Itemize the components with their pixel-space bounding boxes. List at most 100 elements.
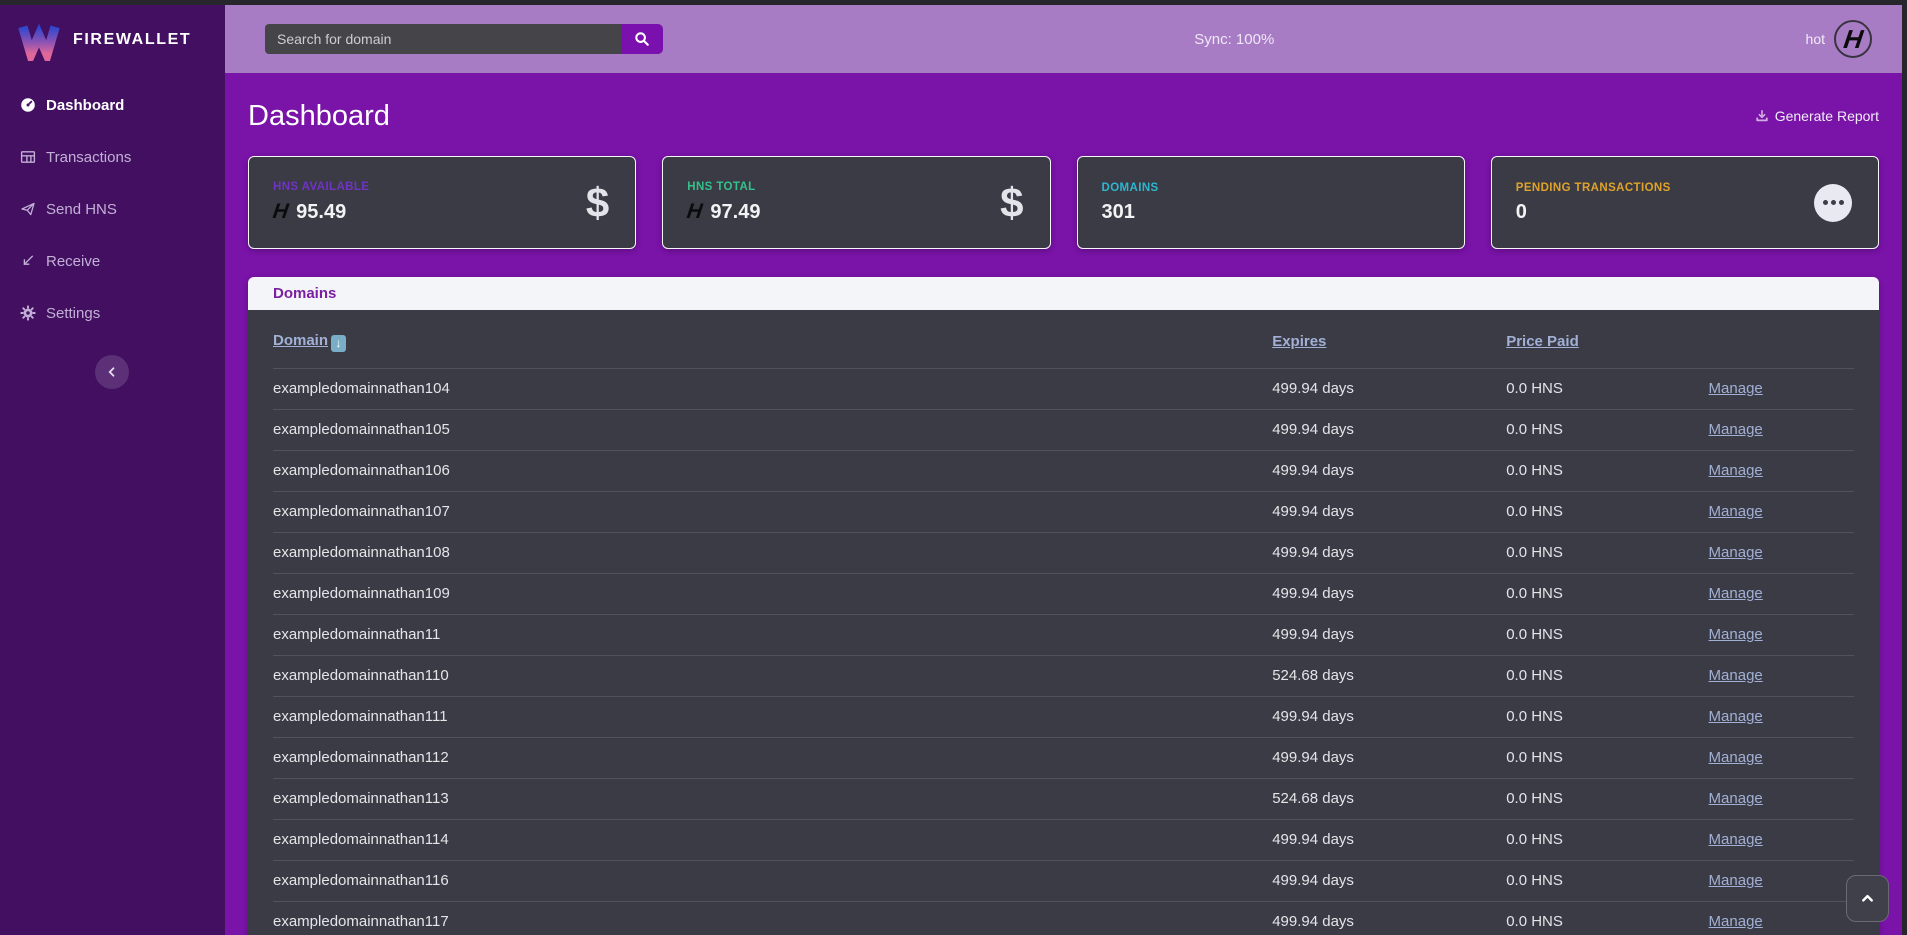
domain-name: exampledomainnathan114 xyxy=(273,831,449,848)
manage-link[interactable]: Manage xyxy=(1709,913,1763,930)
handshake-avatar-icon: H xyxy=(1834,20,1872,58)
sidebar-item-receive[interactable]: Receive xyxy=(0,235,225,287)
ellipsis-icon xyxy=(1814,184,1852,222)
table-row: exampledomainnathan108 499.94 days 0.0 H… xyxy=(273,532,1854,573)
price-paid-value: 0.0 HNS xyxy=(1506,708,1563,725)
manage-link[interactable]: Manage xyxy=(1709,749,1763,766)
domain-name: exampledomainnathan109 xyxy=(273,585,450,602)
manage-link[interactable]: Manage xyxy=(1709,708,1763,725)
domain-name: exampledomainnathan11 xyxy=(273,626,440,643)
table-row: exampledomainnathan105 499.94 days 0.0 H… xyxy=(273,409,1854,450)
stat-value: 0 xyxy=(1516,201,1527,224)
price-paid-value: 0.0 HNS xyxy=(1506,626,1563,643)
domains-table-body: exampledomainnathan104 499.94 days 0.0 H… xyxy=(273,368,1854,935)
domain-name: exampledomainnathan111 xyxy=(273,708,448,725)
table-row: exampledomainnathan109 499.94 days 0.0 H… xyxy=(273,573,1854,614)
sidebar-item-transactions[interactable]: Transactions xyxy=(0,131,225,183)
expires-value: 499.94 days xyxy=(1272,872,1354,889)
manage-link[interactable]: Manage xyxy=(1709,421,1763,438)
domain-name: exampledomainnathan117 xyxy=(273,913,449,930)
domains-table: Domain↓ Expires Price Paid exampledomain… xyxy=(273,310,1854,935)
stat-card-domains: DOMAINS 301 xyxy=(1077,156,1465,249)
table-row: exampledomainnathan104 499.94 days 0.0 H… xyxy=(273,368,1854,409)
sidebar-item-send-hns[interactable]: Send HNS xyxy=(0,183,225,235)
stat-label: HNS AVAILABLE xyxy=(273,181,586,193)
sort-descending-icon: ↓ xyxy=(331,335,346,352)
domains-panel: Domains Domain↓ Expires Price Paid xyxy=(248,277,1879,935)
price-paid-value: 0.0 HNS xyxy=(1506,831,1563,848)
sidebar-nav: Dashboard Transactions Send HNS Receive xyxy=(0,79,225,339)
expires-value: 499.94 days xyxy=(1272,831,1354,848)
expires-value: 499.94 days xyxy=(1272,462,1354,479)
sidebar-item-label: Transactions xyxy=(46,149,131,166)
table-row: exampledomainnathan11 499.94 days 0.0 HN… xyxy=(273,614,1854,655)
brand-name: FIREWALLET xyxy=(73,31,191,49)
stat-label: PENDING TRANSACTIONS xyxy=(1516,182,1814,194)
stat-cards: HNS AVAILABLE H 95.49 $ HNS TOTAL H 97.4… xyxy=(248,156,1879,249)
table-row: exampledomainnathan114 499.94 days 0.0 H… xyxy=(273,819,1854,860)
column-header-domain[interactable]: Domain xyxy=(273,332,328,349)
account-menu[interactable]: hot H xyxy=(1806,20,1872,58)
generate-report-button[interactable]: Generate Report xyxy=(1755,108,1879,124)
manage-link[interactable]: Manage xyxy=(1709,585,1763,602)
expires-value: 524.68 days xyxy=(1272,667,1354,684)
manage-link[interactable]: Manage xyxy=(1709,872,1763,889)
receive-icon xyxy=(19,253,36,270)
search-button[interactable] xyxy=(621,24,663,54)
expires-value: 499.94 days xyxy=(1272,421,1354,438)
manage-link[interactable]: Manage xyxy=(1709,790,1763,807)
stat-value: 95.49 xyxy=(296,201,346,224)
expires-value: 499.94 days xyxy=(1272,749,1354,766)
price-paid-value: 0.0 HNS xyxy=(1506,380,1563,397)
tachometer-icon xyxy=(19,97,36,114)
domain-name: exampledomainnathan110 xyxy=(273,667,449,684)
sidebar-item-settings[interactable]: Settings xyxy=(0,287,225,339)
domain-name: exampledomainnathan107 xyxy=(273,503,450,520)
manage-link[interactable]: Manage xyxy=(1709,380,1763,397)
window-right-edge xyxy=(1902,0,1907,935)
manage-link[interactable]: Manage xyxy=(1709,831,1763,848)
column-header-price-paid[interactable]: Price Paid xyxy=(1506,333,1579,350)
table-row: exampledomainnathan110 524.68 days 0.0 H… xyxy=(273,655,1854,696)
dollar-icon: $ xyxy=(586,182,609,224)
domain-name: exampledomainnathan108 xyxy=(273,544,450,561)
stat-value: 97.49 xyxy=(710,201,760,224)
sidebar-collapse-button[interactable] xyxy=(95,355,129,389)
expires-value: 524.68 days xyxy=(1272,790,1354,807)
expires-value: 499.94 days xyxy=(1272,913,1354,930)
manage-link[interactable]: Manage xyxy=(1709,503,1763,520)
generate-report-label: Generate Report xyxy=(1775,108,1879,124)
manage-link[interactable]: Manage xyxy=(1709,462,1763,479)
price-paid-value: 0.0 HNS xyxy=(1506,585,1563,602)
manage-link[interactable]: Manage xyxy=(1709,626,1763,643)
brand[interactable]: FIREWALLET xyxy=(0,5,225,75)
manage-link[interactable]: Manage xyxy=(1709,544,1763,561)
chevron-left-icon xyxy=(106,366,118,378)
manage-link[interactable]: Manage xyxy=(1709,667,1763,684)
price-paid-value: 0.0 HNS xyxy=(1506,462,1563,479)
sidebar-item-label: Settings xyxy=(46,305,100,322)
sidebar-item-label: Dashboard xyxy=(46,97,124,114)
domain-name: exampledomainnathan105 xyxy=(273,421,450,438)
table-row: exampledomainnathan111 499.94 days 0.0 H… xyxy=(273,696,1854,737)
search-input[interactable] xyxy=(265,24,621,54)
table-row: exampledomainnathan117 499.94 days 0.0 H… xyxy=(273,901,1854,935)
download-icon xyxy=(1755,109,1769,123)
stat-label: DOMAINS xyxy=(1102,182,1438,194)
sync-status: Sync: 100% xyxy=(1194,31,1274,48)
sidebar-item-label: Receive xyxy=(46,253,100,270)
column-header-expires[interactable]: Expires xyxy=(1272,333,1326,350)
send-icon xyxy=(19,201,36,218)
account-name: hot xyxy=(1806,31,1825,47)
domain-name: exampledomainnathan113 xyxy=(273,790,449,807)
firewallet-logo-icon xyxy=(17,19,61,61)
sidebar-item-label: Send HNS xyxy=(46,201,117,218)
price-paid-value: 0.0 HNS xyxy=(1506,749,1563,766)
sidebar-item-dashboard[interactable]: Dashboard xyxy=(0,79,225,131)
gear-icon xyxy=(19,305,36,322)
price-paid-value: 0.0 HNS xyxy=(1506,503,1563,520)
stat-card-hns-available: HNS AVAILABLE H 95.49 $ xyxy=(248,156,636,249)
scroll-to-top-button[interactable] xyxy=(1846,875,1889,922)
table-row: exampledomainnathan112 499.94 days 0.0 H… xyxy=(273,737,1854,778)
expires-value: 499.94 days xyxy=(1272,503,1354,520)
